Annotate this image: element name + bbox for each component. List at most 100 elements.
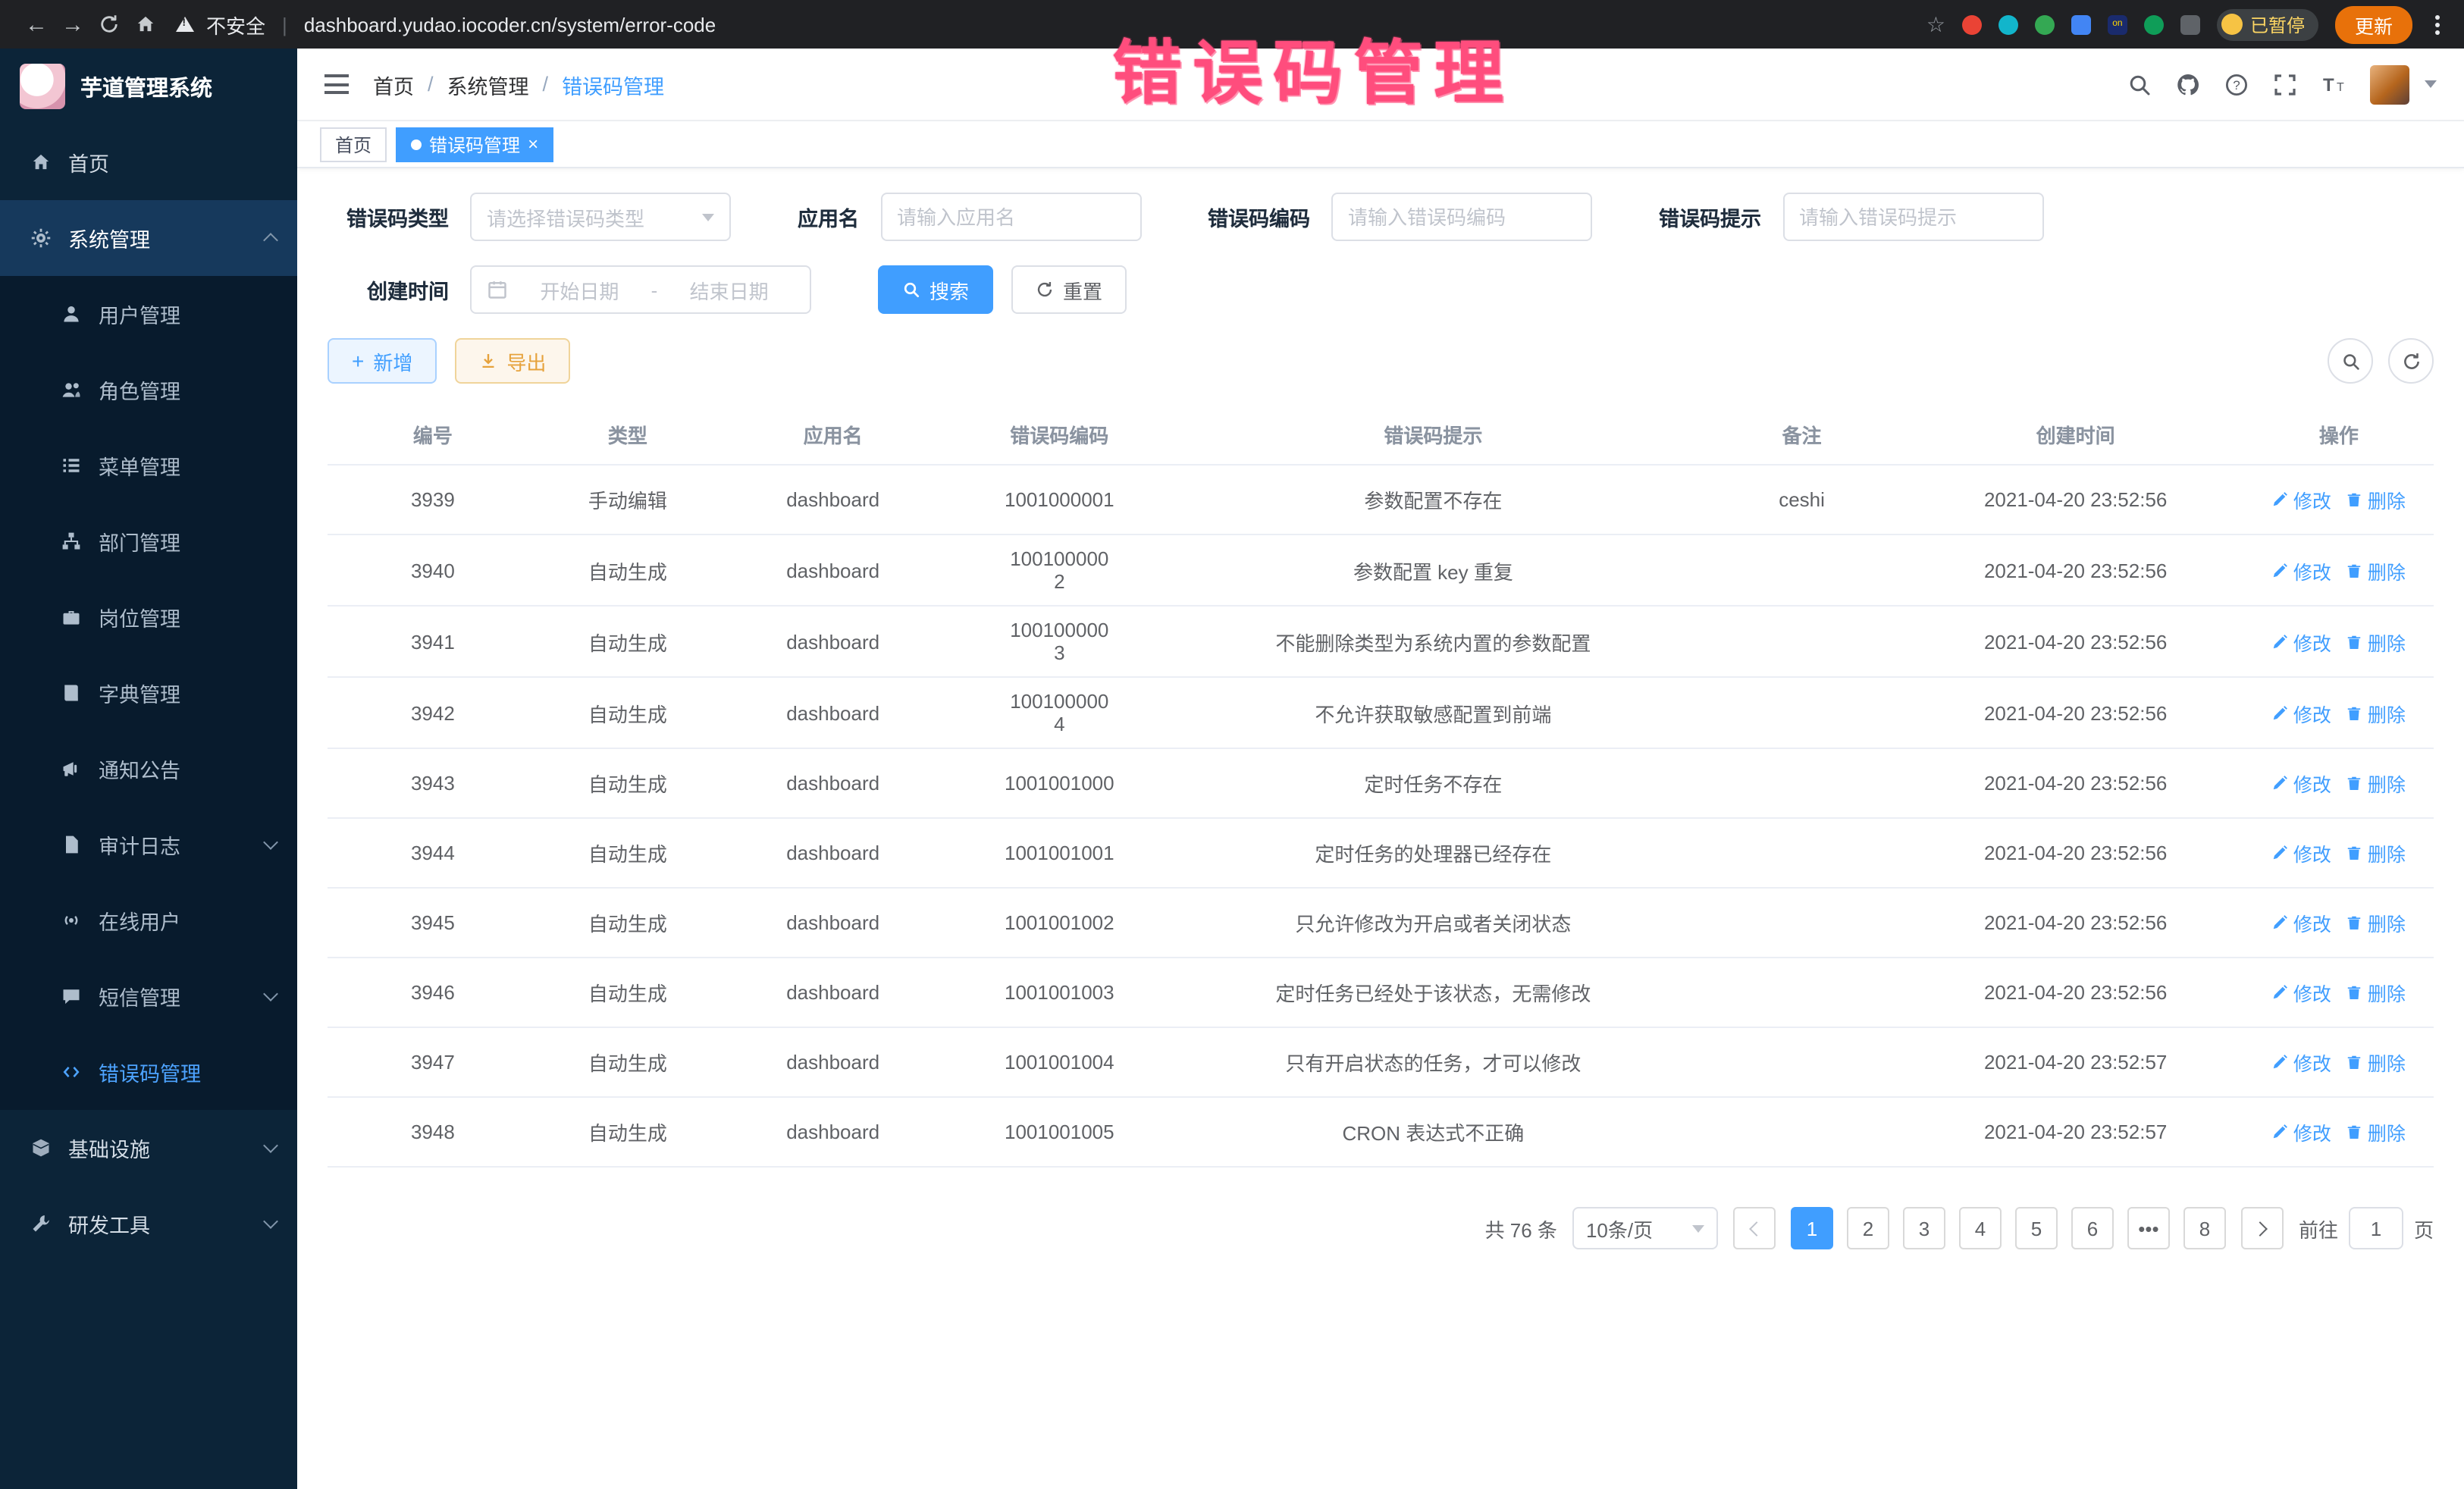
delete-link[interactable]: 删除 xyxy=(2346,978,2406,1007)
export-button[interactable]: 导出 xyxy=(455,338,570,384)
error-type-select[interactable]: 请选择错误码类型 xyxy=(470,193,731,241)
extension-icon[interactable] xyxy=(2071,14,2091,34)
extension-icon[interactable]: on xyxy=(2108,14,2127,34)
sidebar-item-用户管理[interactable]: 用户管理 xyxy=(0,276,297,352)
sidebar-item-审计日志[interactable]: 审计日志 xyxy=(0,807,297,882)
edit-link[interactable]: 修改 xyxy=(2272,1118,2331,1146)
cell-id: 3940 xyxy=(328,547,538,594)
sidebar-item-在线用户[interactable]: 在线用户 xyxy=(0,882,297,958)
kebab-menu-icon[interactable] xyxy=(2435,22,2440,27)
megaphone-icon xyxy=(61,758,82,779)
toggle-search-button[interactable] xyxy=(2328,338,2373,384)
profile-paused-chip[interactable]: 已暂停 xyxy=(2217,8,2318,40)
delete-link[interactable]: 删除 xyxy=(2346,769,2406,798)
sidebar-item-label: 在线用户 xyxy=(99,905,180,936)
column-header: 备注 xyxy=(1697,408,1908,461)
edit-link[interactable]: 修改 xyxy=(2272,485,2331,514)
bookmark-star-icon[interactable]: ☆ xyxy=(1926,11,1945,37)
sidebar-item-通知公告[interactable]: 通知公告 xyxy=(0,731,297,807)
sidebar-item-岗位管理[interactable]: 岗位管理 xyxy=(0,579,297,655)
sidebar-item-基础设施[interactable]: 基础设施 xyxy=(0,1110,297,1186)
url-text: dashboard.yudao.iocoder.cn/system/error-… xyxy=(304,13,716,36)
home-icon[interactable] xyxy=(127,6,164,42)
user-avatar[interactable] xyxy=(2370,64,2409,104)
address-bar[interactable]: 不安全 | dashboard.yudao.iocoder.cn/system/… xyxy=(176,10,716,39)
breadcrumb-item[interactable]: 首页 xyxy=(373,69,414,99)
delete-link[interactable]: 删除 xyxy=(2346,1118,2406,1146)
delete-link[interactable]: 删除 xyxy=(2346,698,2406,727)
breadcrumb-item[interactable]: 错误码管理 xyxy=(562,69,664,99)
puzzle-extension-icon[interactable] xyxy=(2180,14,2200,34)
more-pages-button[interactable]: ••• xyxy=(2127,1207,2170,1249)
page-button[interactable]: 1 xyxy=(1791,1207,1833,1249)
add-button[interactable]: + 新增 xyxy=(328,338,437,384)
chevron-down-icon[interactable] xyxy=(2425,80,2437,88)
edit-link[interactable]: 修改 xyxy=(2272,698,2331,727)
date-range-picker[interactable]: 开始日期 - 结束日期 xyxy=(470,265,811,314)
sidebar-item-系统管理[interactable]: 系统管理 xyxy=(0,200,297,276)
chevron-up-icon xyxy=(263,233,278,248)
refresh-table-button[interactable] xyxy=(2388,338,2434,384)
page-size-select[interactable]: 10条/页 xyxy=(1572,1207,1718,1249)
github-icon[interactable] xyxy=(2176,72,2200,96)
extension-icon[interactable] xyxy=(2035,14,2055,34)
page-button[interactable]: 4 xyxy=(1959,1207,2002,1249)
edit-link[interactable]: 修改 xyxy=(2272,839,2331,867)
delete-link[interactable]: 删除 xyxy=(2346,1048,2406,1077)
delete-link[interactable]: 删除 xyxy=(2346,627,2406,656)
sidebar-item-菜单管理[interactable]: 菜单管理 xyxy=(0,428,297,503)
delete-label: 删除 xyxy=(2368,769,2406,798)
delete-link[interactable]: 删除 xyxy=(2346,908,2406,937)
search-icon[interactable] xyxy=(2127,72,2152,96)
fullscreen-icon[interactable] xyxy=(2273,72,2297,96)
edit-link[interactable]: 修改 xyxy=(2272,1048,2331,1077)
edit-link[interactable]: 修改 xyxy=(2272,769,2331,798)
help-icon[interactable]: ? xyxy=(2224,72,2249,96)
font-size-icon[interactable]: TT xyxy=(2321,72,2346,96)
error-code-input[interactable] xyxy=(1333,194,1591,240)
page-button[interactable]: 5 xyxy=(2015,1207,2058,1249)
plus-icon: + xyxy=(352,350,364,371)
page-button[interactable]: 2 xyxy=(1847,1207,1889,1249)
delete-link[interactable]: 删除 xyxy=(2346,556,2406,585)
search-button[interactable]: 搜索 xyxy=(878,265,993,314)
edit-link[interactable]: 修改 xyxy=(2272,627,2331,656)
extension-icon[interactable] xyxy=(2144,14,2164,34)
cell-code: 100100000 3 xyxy=(948,607,1170,676)
cell-type: 自动生成 xyxy=(538,896,717,949)
next-page-button[interactable] xyxy=(2241,1207,2284,1249)
sidebar-item-短信管理[interactable]: 短信管理 xyxy=(0,958,297,1034)
delete-link[interactable]: 删除 xyxy=(2346,485,2406,514)
browser-update-button[interactable]: 更新 xyxy=(2335,5,2412,43)
error-hint-input[interactable] xyxy=(1784,194,2042,240)
back-icon[interactable]: ← xyxy=(18,6,55,42)
breadcrumb-item[interactable]: 系统管理 xyxy=(447,69,529,99)
delete-link[interactable]: 删除 xyxy=(2346,839,2406,867)
page-button[interactable]: 8 xyxy=(2183,1207,2226,1249)
goto-page-input[interactable] xyxy=(2349,1207,2403,1249)
extension-icon[interactable] xyxy=(1962,14,1982,34)
tag-首页[interactable]: 首页 xyxy=(320,127,387,161)
app-name-input[interactable] xyxy=(882,194,1140,240)
sidebar-item-部门管理[interactable]: 部门管理 xyxy=(0,503,297,579)
sidebar-item-字典管理[interactable]: 字典管理 xyxy=(0,655,297,731)
reload-icon[interactable] xyxy=(91,6,127,42)
sidebar-toggle-icon[interactable] xyxy=(324,74,349,94)
app-logo-row[interactable]: 芋道管理系统 xyxy=(0,49,297,124)
sidebar-item-首页[interactable]: 首页 xyxy=(0,124,297,200)
page-button[interactable]: 6 xyxy=(2071,1207,2114,1249)
forward-icon[interactable]: → xyxy=(55,6,91,42)
page-button[interactable]: 3 xyxy=(1903,1207,1945,1249)
sidebar-item-角色管理[interactable]: 角色管理 xyxy=(0,352,297,428)
code-icon xyxy=(61,1061,82,1083)
sidebar-item-错误码管理[interactable]: 错误码管理 xyxy=(0,1034,297,1110)
close-icon[interactable]: × xyxy=(528,135,538,153)
tag-错误码管理[interactable]: 错误码管理× xyxy=(396,127,553,161)
reset-button[interactable]: 重置 xyxy=(1011,265,1127,314)
edit-link[interactable]: 修改 xyxy=(2272,978,2331,1007)
extension-icon[interactable] xyxy=(1998,14,2018,34)
edit-link[interactable]: 修改 xyxy=(2272,556,2331,585)
prev-page-button[interactable] xyxy=(1733,1207,1776,1249)
edit-link[interactable]: 修改 xyxy=(2272,908,2331,937)
sidebar-item-研发工具[interactable]: 研发工具 xyxy=(0,1186,297,1262)
